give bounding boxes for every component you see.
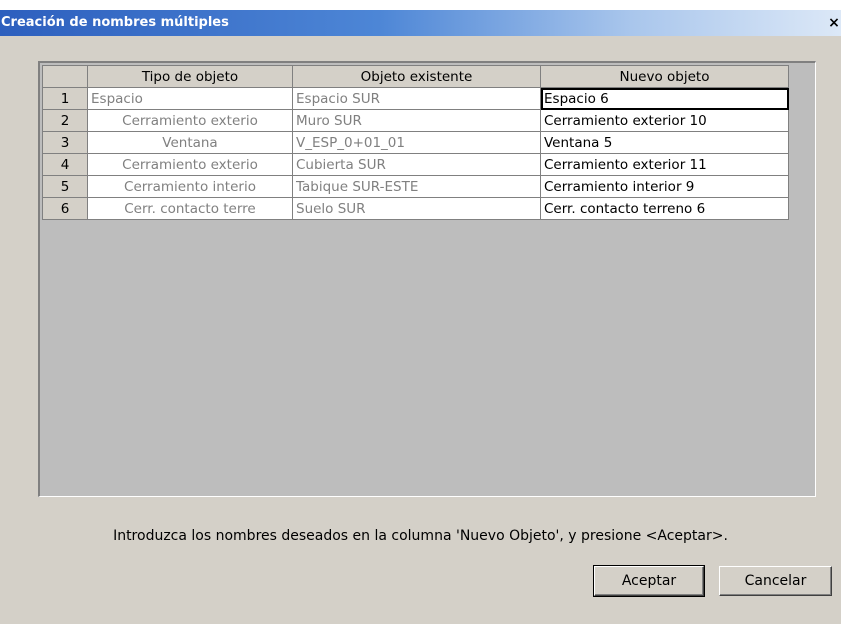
row-number[interactable]: 3 <box>42 131 88 154</box>
corner-cell <box>42 65 88 88</box>
table-row: 5 Cerramiento interio Tabique SUR-ESTE C… <box>42 175 789 198</box>
cell-nuevo-input[interactable]: Cerramiento interior 9 <box>540 175 789 198</box>
cell-nuevo-input[interactable]: Cerramiento exterior 11 <box>540 153 789 176</box>
dialog-body: Tipo de objeto Objeto existente Nuevo ob… <box>0 36 841 624</box>
cell-existente: Cubierta SUR <box>292 153 541 176</box>
cell-nuevo-input[interactable]: Cerr. contacto terreno 6 <box>540 197 789 220</box>
table-row: 3 Ventana V_ESP_0+01_01 Ventana 5 <box>42 131 789 154</box>
cell-tipo: Cerr. contacto terre <box>87 197 293 220</box>
cell-existente: Espacio SUR <box>292 87 541 110</box>
ok-button[interactable]: Aceptar <box>593 565 705 597</box>
cell-existente: V_ESP_0+01_01 <box>292 131 541 154</box>
cell-existente: Suelo SUR <box>292 197 541 220</box>
column-header-tipo[interactable]: Tipo de objeto <box>87 65 293 88</box>
cell-tipo: Cerramiento exterio <box>87 153 293 176</box>
names-grid: Tipo de objeto Objeto existente Nuevo ob… <box>38 61 816 497</box>
cell-existente: Tabique SUR-ESTE <box>292 175 541 198</box>
cell-nuevo-input[interactable]: Cerramiento exterior 10 <box>540 109 789 132</box>
cancel-button[interactable]: Cancelar <box>719 566 832 596</box>
row-number[interactable]: 1 <box>42 87 88 110</box>
window-title: Creación de nombres múltiples <box>1 15 229 30</box>
table-row: 4 Cerramiento exterio Cubierta SUR Cerra… <box>42 153 789 176</box>
cell-existente: Muro SUR <box>292 109 541 132</box>
cell-tipo: Ventana <box>87 131 293 154</box>
close-button[interactable]: × <box>827 15 841 31</box>
instructions-text: Introduzca los nombres deseados en la co… <box>113 528 728 544</box>
cell-tipo: Cerramiento interio <box>87 175 293 198</box>
cell-tipo: Espacio <box>87 87 293 110</box>
cell-nuevo-input[interactable]: Ventana 5 <box>540 131 789 154</box>
table-row: 2 Cerramiento exterio Muro SUR Cerramien… <box>42 109 789 132</box>
row-number[interactable]: 2 <box>42 109 88 132</box>
row-number[interactable]: 5 <box>42 175 88 198</box>
title-bar[interactable]: Creación de nombres múltiples × <box>0 10 841 36</box>
cell-nuevo-input[interactable]: Espacio 6 <box>540 87 789 110</box>
table-row: 1 Espacio Espacio SUR Espacio 6 <box>42 87 789 110</box>
column-header-nuevo[interactable]: Nuevo objeto <box>540 65 789 88</box>
cell-tipo: Cerramiento exterio <box>87 109 293 132</box>
row-number[interactable]: 6 <box>42 197 88 220</box>
table-header-row: Tipo de objeto Objeto existente Nuevo ob… <box>42 65 789 88</box>
row-number[interactable]: 4 <box>42 153 88 176</box>
table-row: 6 Cerr. contacto terre Suelo SUR Cerr. c… <box>42 197 789 220</box>
names-table: Tipo de objeto Objeto existente Nuevo ob… <box>42 65 789 220</box>
column-header-existente[interactable]: Objeto existente <box>292 65 541 88</box>
